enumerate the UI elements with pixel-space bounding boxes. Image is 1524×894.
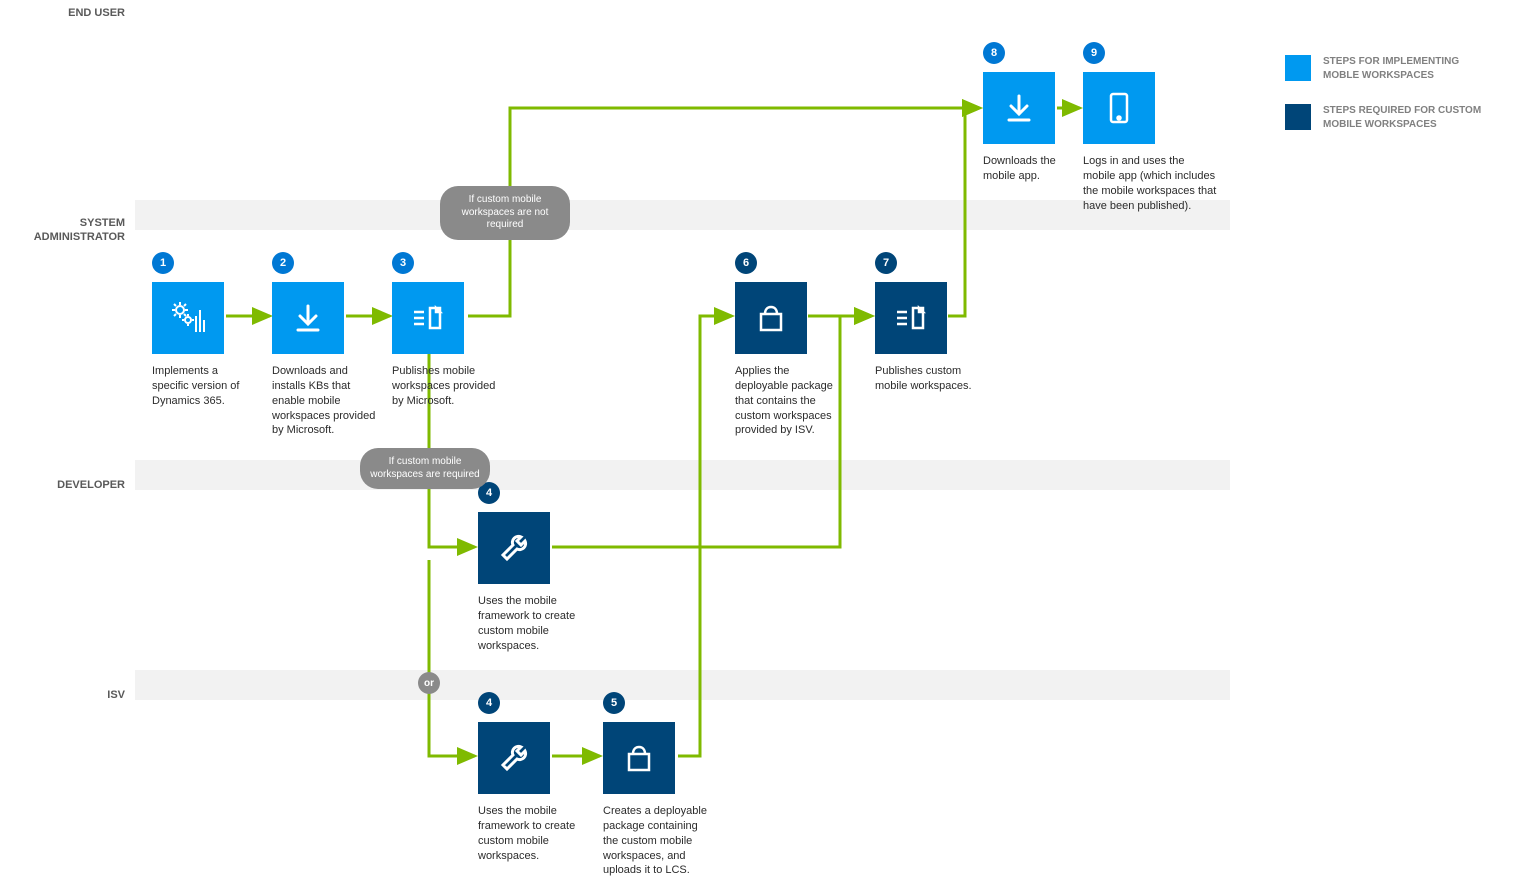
condition-not-required: If custom mobile workspaces are not requ… <box>440 186 570 240</box>
mobile-icon <box>1083 72 1155 144</box>
step-7-number: 7 <box>875 252 897 274</box>
lane-label-sysadmin: SYSTEM ADMINISTRATOR <box>15 216 125 245</box>
step-2-number: 2 <box>272 252 294 274</box>
step-6-number: 6 <box>735 252 757 274</box>
step-8-desc: Downloads the mobile app. <box>983 154 1088 184</box>
step-9-desc: Logs in and uses the mobile app (which i… <box>1083 154 1218 213</box>
step-7-desc: Publishes custom mobile workspaces. <box>875 364 980 394</box>
gears-chart-icon <box>152 282 224 354</box>
wrench-icon <box>478 512 550 584</box>
step-7: 7 Publishes custom mobile workspaces. <box>875 252 980 394</box>
step-8: 8 Downloads the mobile app. <box>983 42 1088 184</box>
legend-text-impl: STEPS FOR IMPLEMENTING MOBLE WORKSPACES <box>1323 55 1495 82</box>
publish-icon <box>392 282 464 354</box>
lane-label-developer: Developer <box>15 478 125 492</box>
step-8-number: 8 <box>983 42 1005 64</box>
wrench-icon <box>478 722 550 794</box>
lane-gap-2 <box>135 460 1230 490</box>
legend: STEPS FOR IMPLEMENTING MOBLE WORKSPACES … <box>1285 55 1495 153</box>
step-9-number: 9 <box>1083 42 1105 64</box>
step-2: 2 Downloads and installs KBs that enable… <box>272 252 377 438</box>
legend-swatch-dark <box>1285 104 1311 130</box>
condition-required: If custom mobile workspaces are required <box>360 448 490 489</box>
legend-text-custom: STEPS REQUIRED FOR CUSTOM MOBILE WORKSPA… <box>1323 104 1495 131</box>
step-5-desc: Creates a deployable package containing … <box>603 804 708 878</box>
step-6: 6 Applies the deployable package that co… <box>735 252 840 438</box>
step-1-desc: Implements a specific version of Dynamic… <box>152 364 257 409</box>
step-3: 3 Publishes mobile workspaces provided b… <box>392 252 497 409</box>
legend-item-impl: STEPS FOR IMPLEMENTING MOBLE WORKSPACES <box>1285 55 1495 82</box>
step-6-desc: Applies the deployable package that cont… <box>735 364 840 438</box>
step-5-number: 5 <box>603 692 625 714</box>
lane-label-end-user: END USER <box>15 6 125 20</box>
step-9: 9 Logs in and uses the mobile app (which… <box>1083 42 1218 213</box>
package-icon <box>735 282 807 354</box>
package-icon <box>603 722 675 794</box>
step-4b: 4 Uses the mobile framework to create cu… <box>478 692 583 863</box>
step-3-desc: Publishes mobile workspaces provided by … <box>392 364 497 409</box>
step-3-number: 3 <box>392 252 414 274</box>
download-icon <box>272 282 344 354</box>
or-badge: or <box>418 672 440 694</box>
step-2-desc: Downloads and installs KBs that enable m… <box>272 364 377 438</box>
step-4b-desc: Uses the mobile framework to create cust… <box>478 804 583 863</box>
step-4b-number: 4 <box>478 692 500 714</box>
legend-item-custom: STEPS REQUIRED FOR CUSTOM MOBILE WORKSPA… <box>1285 104 1495 131</box>
lane-gap-1 <box>135 200 1230 230</box>
download-icon <box>983 72 1055 144</box>
step-4a-desc: Uses the mobile framework to create cust… <box>478 594 583 653</box>
publish-icon <box>875 282 947 354</box>
step-5: 5 Creates a deployable package containin… <box>603 692 708 878</box>
step-1: 1 Implements a specific version of Dynam… <box>152 252 257 409</box>
step-4a: 4 Uses the mobile framework to create cu… <box>478 482 583 653</box>
lane-developer-bg <box>135 490 1230 670</box>
lane-label-isv: ISV <box>15 688 125 702</box>
legend-swatch-light <box>1285 55 1311 81</box>
step-1-number: 1 <box>152 252 174 274</box>
